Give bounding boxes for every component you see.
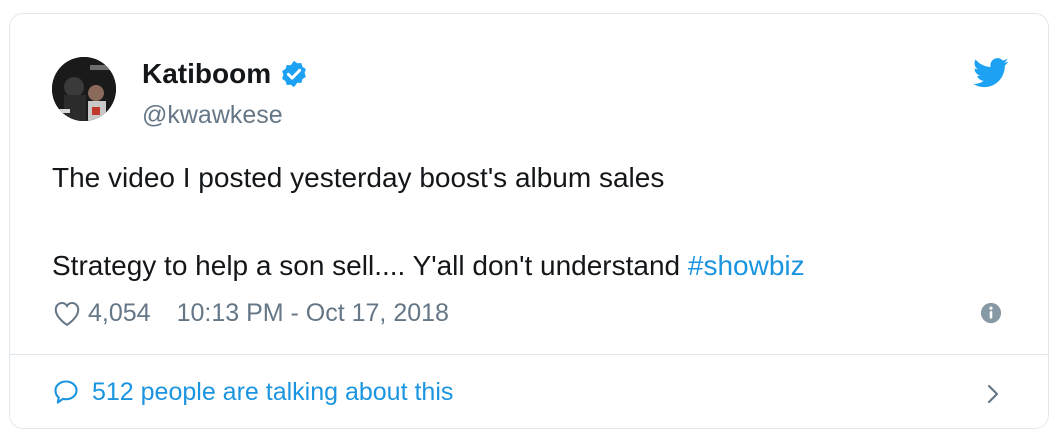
timestamp-link[interactable]: 10:13 PM - Oct 17, 2018: [177, 299, 449, 328]
avatar[interactable]: [52, 57, 116, 121]
talking-count-text[interactable]: 512 people are talking about this: [92, 378, 453, 407]
conversation-link[interactable]: 512 people are talking about this: [52, 374, 453, 410]
heart-icon[interactable]: [52, 299, 82, 327]
divider: [10, 354, 1048, 355]
author-name[interactable]: Katiboom: [142, 58, 271, 90]
like-count[interactable]: 4,054: [88, 299, 151, 328]
speech-bubble-icon: [54, 380, 78, 404]
author-handle[interactable]: @kwawkese: [142, 100, 283, 130]
verified-badge-icon: [282, 60, 306, 88]
info-icon[interactable]: [980, 302, 1002, 324]
tweet-text: The video I posted yesterday boost's alb…: [52, 160, 1012, 284]
tweet-line-1: The video I posted yesterday boost's alb…: [52, 162, 665, 193]
author-name-row[interactable]: Katiboom: [142, 58, 309, 90]
tweet-card[interactable]: Katiboom @kwawkese The video I posted ye…: [9, 13, 1049, 429]
tweet-line-2: Strategy to help a son sell.... Y'all do…: [52, 248, 1012, 284]
tweet-line-2-text: Strategy to help a son sell.... Y'all do…: [52, 250, 688, 281]
hashtag-link[interactable]: #showbiz: [688, 250, 805, 281]
chevron-right-icon[interactable]: [985, 382, 1001, 406]
twitter-bird-icon[interactable]: [973, 58, 1009, 88]
tweet-meta: 4,054 10:13 PM - Oct 17, 2018: [52, 296, 449, 330]
